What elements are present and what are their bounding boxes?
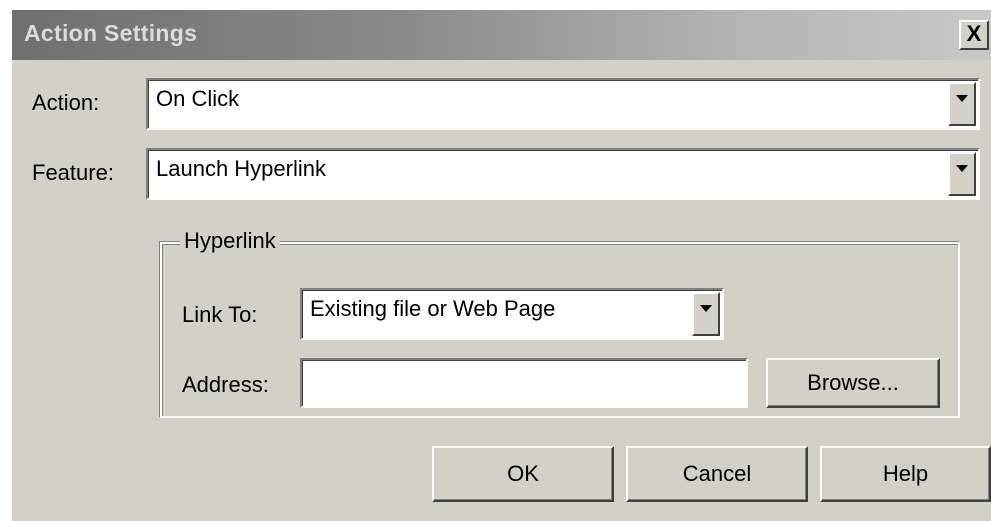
chevron-down-icon[interactable] — [692, 292, 720, 336]
action-label: Action: — [32, 90, 100, 115]
link-to-select[interactable]: Existing file or Web Page — [300, 288, 724, 340]
hyperlink-groupbox: Hyperlink Link To: Existing file or Web … — [160, 228, 960, 418]
title-bar[interactable]: Action Settings X — [12, 10, 991, 60]
cancel-button[interactable]: Cancel — [626, 446, 808, 502]
help-button[interactable]: Help — [820, 446, 991, 502]
browse-button[interactable]: Browse... — [766, 358, 940, 408]
link-to-select-value: Existing file or Web Page — [310, 296, 556, 321]
address-input[interactable] — [300, 358, 748, 408]
address-label: Address: — [182, 372, 269, 397]
chevron-down-icon[interactable] — [948, 152, 976, 196]
feature-select[interactable]: Launch Hyperlink — [146, 148, 980, 200]
chevron-down-icon[interactable] — [948, 82, 976, 126]
ok-button[interactable]: OK — [432, 446, 614, 502]
feature-label: Feature: — [32, 160, 114, 185]
action-select-value: On Click — [156, 86, 240, 111]
hyperlink-group-title: Hyperlink — [180, 228, 280, 254]
feature-select-value: Launch Hyperlink — [156, 156, 326, 181]
action-settings-dialog: Action Settings X Action: On Click Featu… — [12, 10, 991, 521]
action-select[interactable]: On Click — [146, 78, 980, 130]
close-button[interactable]: X — [959, 20, 989, 50]
dialog-title: Action Settings — [24, 20, 198, 46]
link-to-label: Link To: — [182, 302, 258, 327]
close-icon: X — [966, 21, 982, 46]
